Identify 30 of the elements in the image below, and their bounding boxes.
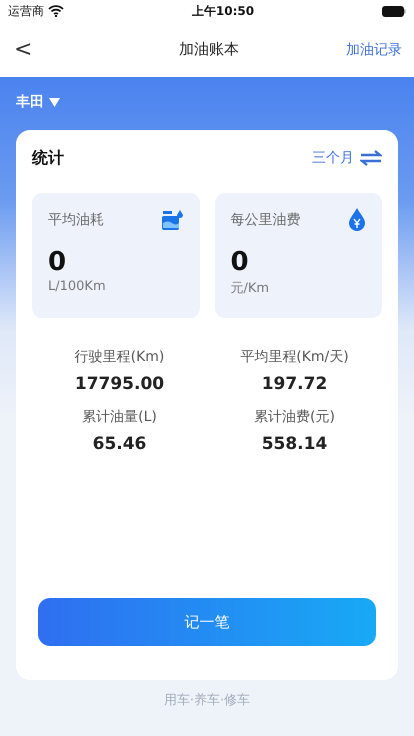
tile-value: 0 [230,247,250,277]
metric-label: 累计油量(L) [82,408,157,426]
metric-value: 65.46 [92,434,146,454]
add-entry-button[interactable]: 记一笔 [38,598,376,646]
carrier-name: 运营商 [8,2,44,20]
fuel-records-link[interactable]: 加油记录 [346,40,402,58]
tile-value: 0 [48,247,68,277]
metric-label: 平均里程(Km/天) [240,348,349,366]
tile-label: 平均油耗 [48,211,104,229]
vehicle-selector[interactable]: 丰田 [0,77,76,127]
swap-arrows-icon [360,150,382,166]
metric-label: 累计油费(元) [254,408,335,426]
footer-slogan: 用车·养车·修车 [162,692,252,709]
tile-unit: 元/Km [230,280,270,297]
metric-value: 558.14 [262,434,328,454]
metric-label: 行驶里程(Km) [74,348,164,366]
period-selector[interactable]: 三个月 [312,149,382,167]
metric-value: 197.72 [262,374,328,394]
back-button[interactable]: < [14,37,32,62]
caret-icon [49,98,60,106]
status-time: 上午10:50 [192,2,254,20]
yuan-drop-icon [348,208,366,232]
page-title: 加油账本 [179,40,240,59]
battery-icon [382,6,406,16]
metric-value: 17795.00 [74,374,164,394]
wifi-icon [48,5,64,17]
card-title: 统计 [32,148,64,168]
tile-unit: L/100Km [48,279,107,294]
fuel-tank-icon [162,210,184,230]
tile-label: 每公里油费 [230,211,300,229]
